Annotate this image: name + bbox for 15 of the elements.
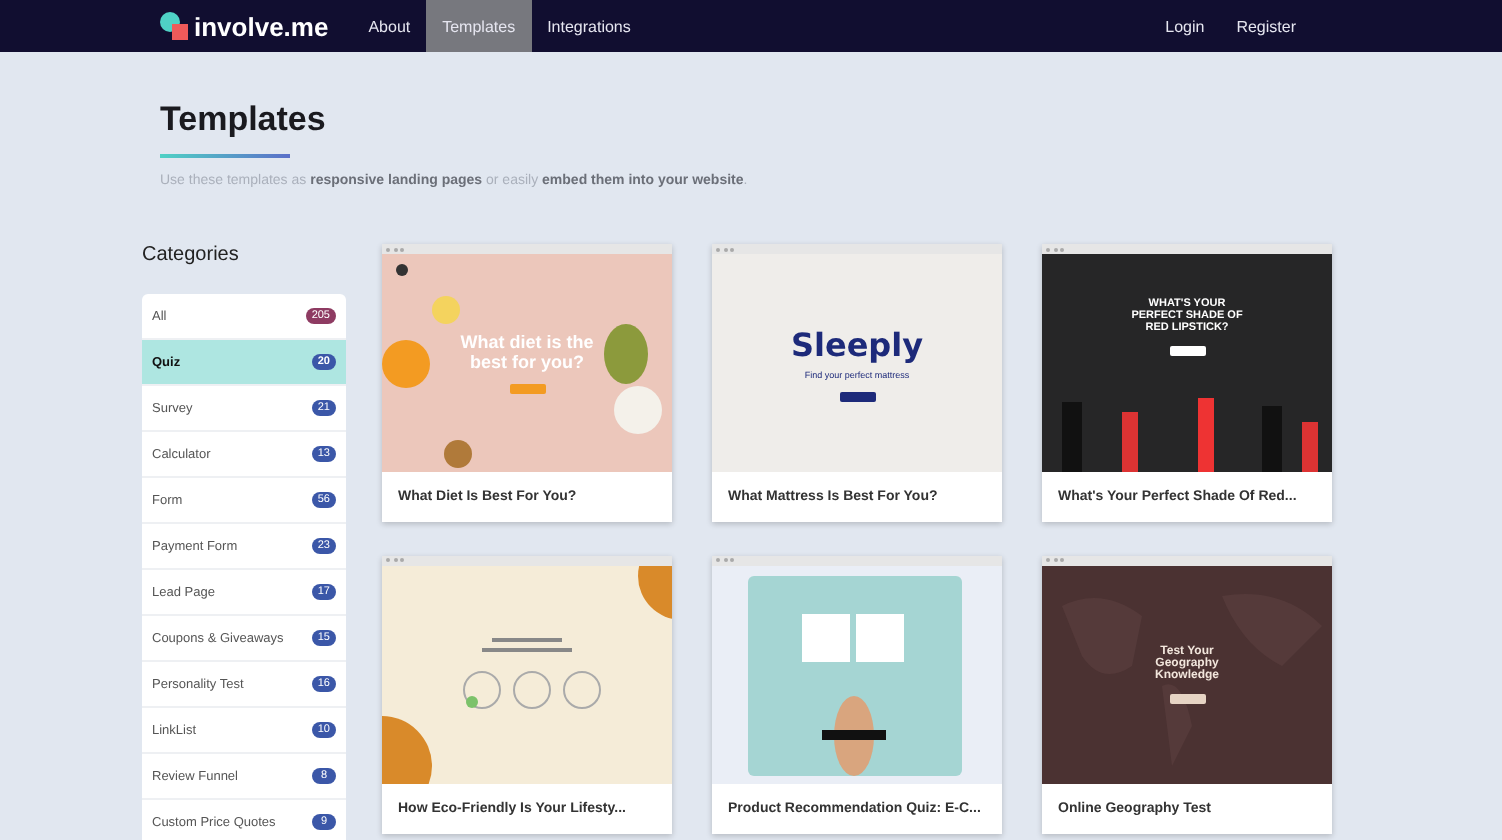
preview-headline: Sleeply — [790, 325, 924, 363]
nav-link[interactable]: Login — [1149, 0, 1221, 52]
preview-button — [839, 391, 875, 401]
preview-button — [1169, 346, 1205, 356]
page-title: Templates — [160, 100, 328, 140]
brand-name: involve.me — [194, 11, 329, 41]
preview-headline: What diet is the best for you? — [458, 332, 596, 372]
nav-link[interactable]: Register — [1220, 0, 1312, 52]
preview-button — [509, 384, 545, 394]
categories-heading: Categories — [142, 244, 241, 266]
nav-link[interactable]: Templates — [426, 0, 532, 52]
nav-link[interactable]: About — [352, 0, 427, 52]
preview-button — [1169, 693, 1205, 703]
logo-icon — [160, 12, 188, 40]
nav-link[interactable]: Integrations — [531, 0, 647, 52]
